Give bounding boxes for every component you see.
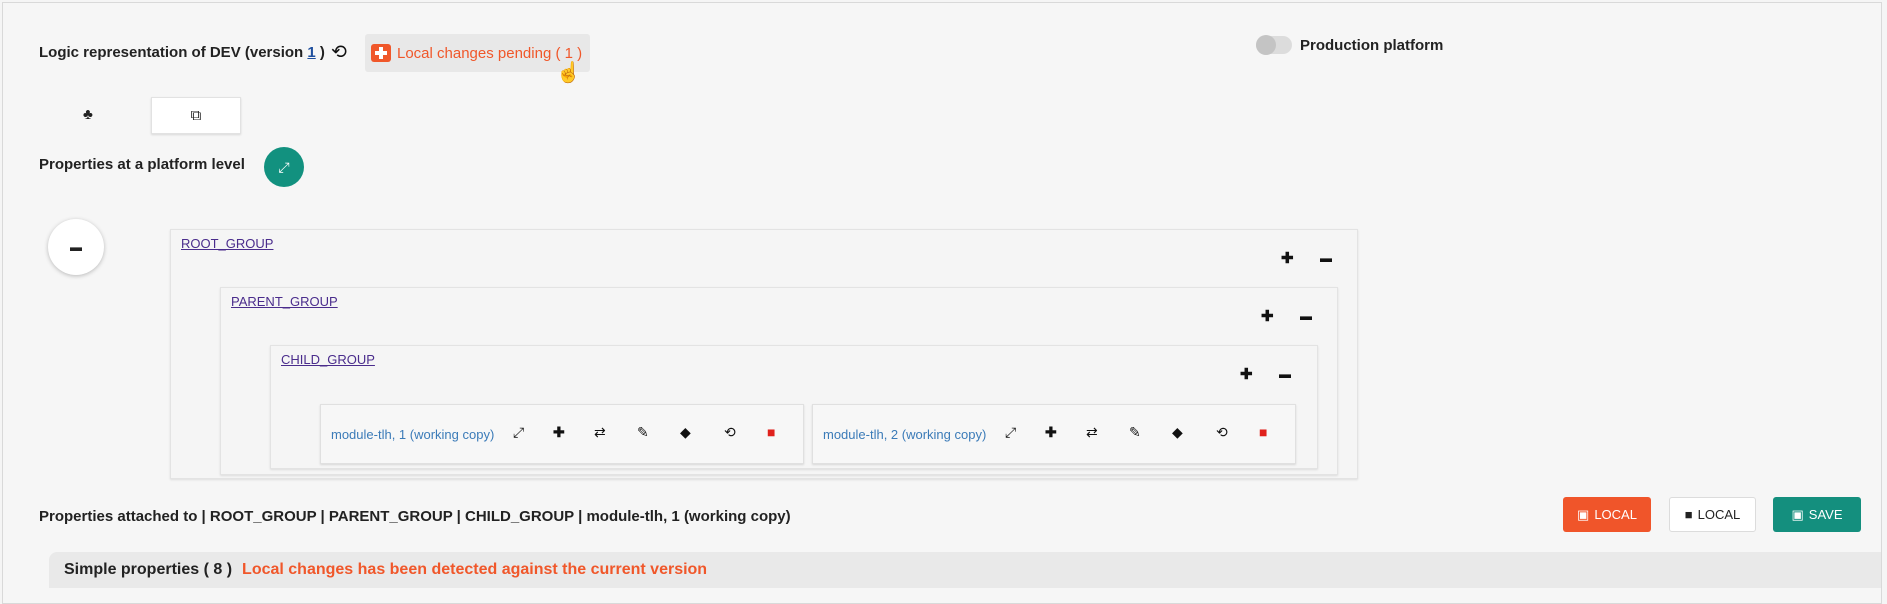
trash-icon[interactable]: ■ — [1259, 424, 1267, 440]
expand-icon[interactable]: ⤢ — [513, 424, 524, 441]
expand-icon[interactable]: ⤢ — [1005, 424, 1016, 441]
parent-add-icon[interactable]: ✚ — [1261, 307, 1274, 325]
pointer-cursor-icon: ☝ — [556, 62, 581, 84]
medkit-icon — [371, 44, 391, 62]
history-icon[interactable]: ⟲ — [331, 41, 347, 64]
title-prefix: Logic representation of DEV (version — [39, 44, 304, 61]
child-add-icon[interactable]: ✚ — [1240, 365, 1253, 383]
platform-inbox-button[interactable]: ▬ — [48, 219, 104, 275]
production-toggle[interactable] — [1256, 35, 1292, 55]
pencil-icon[interactable]: ✎ — [637, 424, 649, 441]
parent-inbox-icon[interactable]: ▬ — [1300, 309, 1312, 323]
save-button[interactable]: ▣ SAVE — [1773, 497, 1861, 532]
root-inbox-icon[interactable]: ▬ — [1320, 251, 1332, 265]
copy-icon: ⧉ — [190, 107, 202, 124]
tag-icon[interactable]: ◆ — [680, 424, 691, 441]
production-label: Production platform — [1300, 37, 1444, 54]
attached-path-label: Properties attached to | ROOT_GROUP | PA… — [39, 508, 791, 525]
inbox-icon: ▬ — [70, 240, 82, 254]
local-changes-warning: Local changes has been detected against … — [242, 561, 708, 578]
delete-local-button[interactable]: ■ LOCAL — [1669, 497, 1756, 532]
trash-icon: ■ — [1684, 507, 1693, 522]
plus-icon[interactable]: ✚ — [553, 424, 565, 441]
module-name-link[interactable]: module-tlh, 1 (working copy) — [331, 427, 494, 442]
history-icon[interactable]: ⟲ — [1216, 424, 1228, 441]
root-group-link[interactable]: ROOT_GROUP — [181, 236, 273, 251]
copy-button[interactable]: ⧉ — [151, 97, 241, 134]
module-card: module-tlh, 2 (working copy) ⤢ ✚ ⇄ ✎ ◆ ⟲… — [812, 404, 1296, 464]
history-icon[interactable]: ⟲ — [724, 424, 736, 441]
simple-properties-header[interactable]: Simple properties ( 8 ) Local changes ha… — [49, 552, 1881, 588]
module-card: module-tlh, 1 (working copy) ⤢ ✚ ⇄ ✎ ◆ ⟲… — [320, 404, 804, 464]
delete-local-label: LOCAL — [1697, 507, 1741, 522]
expand-icon: ⤢ — [278, 158, 290, 175]
pencil-icon[interactable]: ✎ — [1129, 424, 1141, 441]
platform-expand-button[interactable]: ⤢ — [264, 147, 304, 187]
child-group-link[interactable]: CHILD_GROUP — [281, 352, 375, 367]
child-inbox-icon[interactable]: ▬ — [1279, 367, 1291, 381]
save-label: SAVE — [1808, 507, 1843, 522]
tree-icon[interactable]: ♣ — [83, 106, 93, 123]
floppy-icon: ▣ — [1577, 506, 1590, 522]
plus-icon[interactable]: ✚ — [1045, 424, 1057, 441]
tag-icon[interactable]: ◆ — [1172, 424, 1183, 441]
version-link[interactable]: 1 — [307, 44, 315, 61]
trash-icon[interactable]: ■ — [767, 424, 775, 440]
platform-properties-label: Properties at a platform level — [39, 156, 245, 173]
simple-properties-label: Simple properties ( 8 ) — [64, 561, 233, 578]
floppy-icon: ▣ — [1791, 506, 1804, 522]
swap-icon[interactable]: ⇄ — [594, 424, 606, 441]
page-title: Logic representation of DEV (version 1 ) — [39, 44, 325, 61]
pending-label: Local changes pending ( 1 ) — [397, 44, 583, 62]
save-local-button[interactable]: ▣ LOCAL — [1563, 497, 1651, 532]
module-name-link[interactable]: module-tlh, 2 (working copy) — [823, 427, 986, 442]
toggle-knob — [1256, 35, 1276, 55]
parent-group-link[interactable]: PARENT_GROUP — [231, 294, 338, 309]
title-suffix: ) — [319, 44, 325, 61]
root-add-icon[interactable]: ✚ — [1281, 249, 1294, 267]
swap-icon[interactable]: ⇄ — [1086, 424, 1098, 441]
save-local-label: LOCAL — [1594, 507, 1637, 522]
